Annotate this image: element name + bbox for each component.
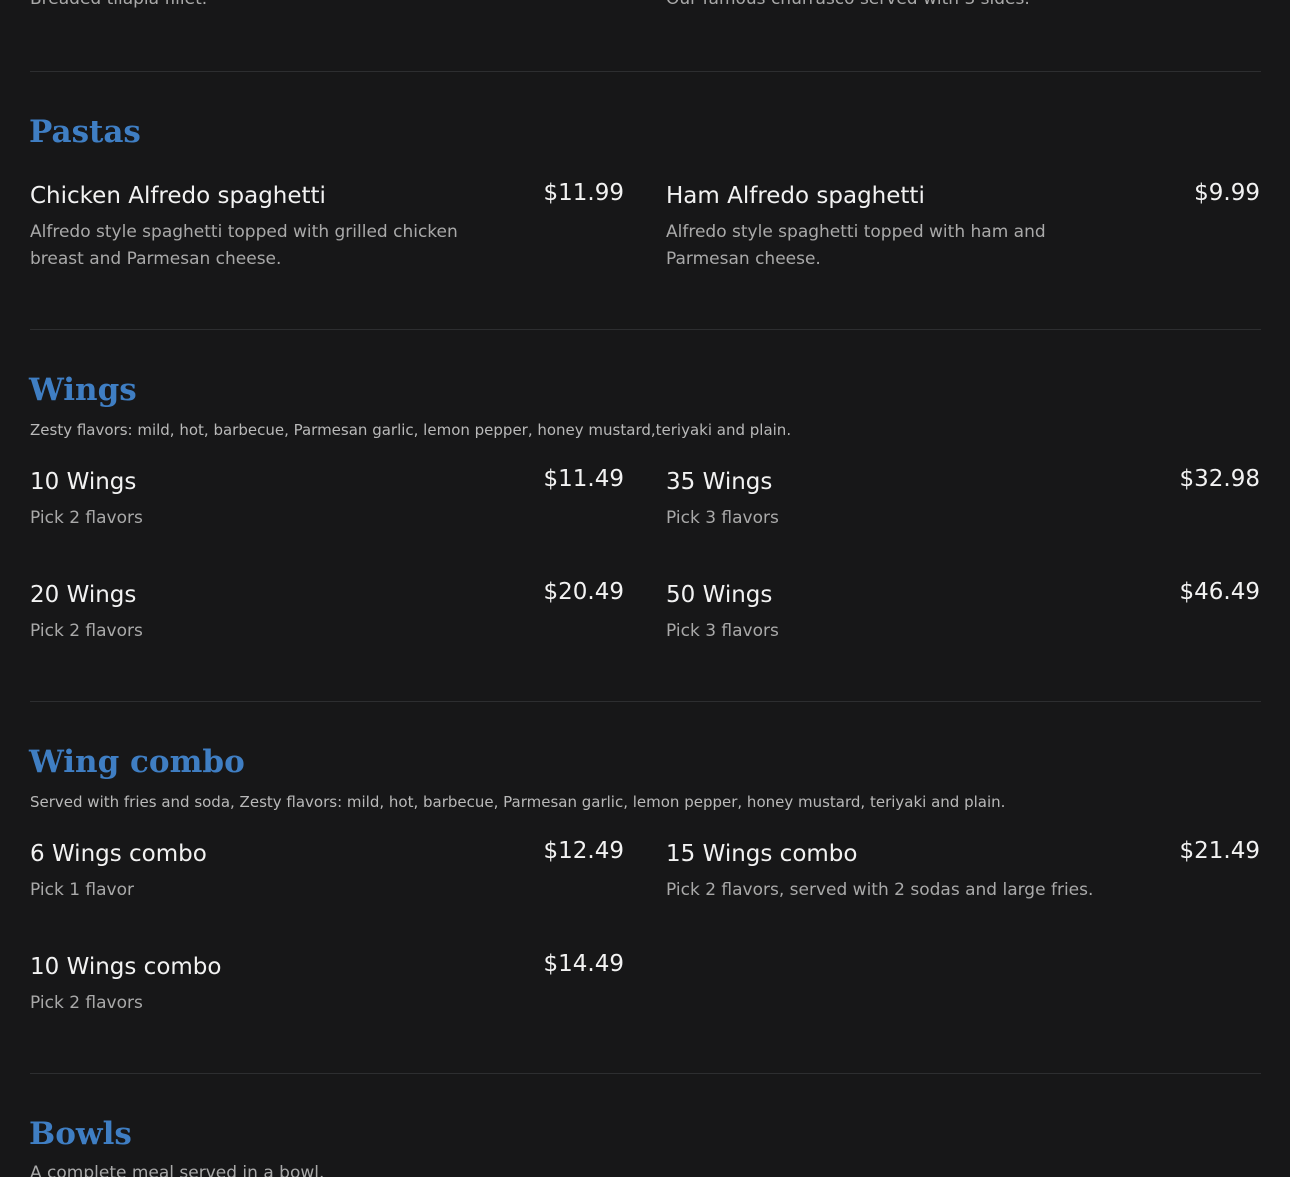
item-name: 20 Wings <box>30 582 137 608</box>
item-name: 15 Wings combo <box>666 841 858 867</box>
item-description: Pick 2 flavors <box>30 508 143 528</box>
item-description: Pick 3 flavors <box>666 508 779 528</box>
item-description: Pick 3 flavors <box>666 621 779 641</box>
item-description: Alfredo style spaghetti topped with gril… <box>30 222 458 269</box>
item-price: $21.49 <box>1179 838 1260 864</box>
section-note: Served with fries and soda, Zesty flavor… <box>30 793 1006 811</box>
section-divider <box>30 1073 1261 1074</box>
item-name: 6 Wings combo <box>30 841 207 867</box>
item-price: $32.98 <box>1179 466 1260 492</box>
churrasco-item-description: Our famous churrasco served with 3 sides… <box>666 0 1030 13</box>
section-title: Bowls <box>29 1116 132 1152</box>
item-name: 10 Wings combo <box>30 954 222 980</box>
item-name: 10 Wings <box>30 469 137 495</box>
section-divider <box>30 701 1261 702</box>
section-title: Pastas <box>29 114 141 150</box>
item-name: Chicken Alfredo spaghetti <box>30 183 326 209</box>
item-price: $11.99 <box>543 180 624 206</box>
item-name: 35 Wings <box>666 469 773 495</box>
item-price: $14.49 <box>543 951 624 977</box>
section-divider <box>30 329 1261 330</box>
item-name: Ham Alfredo spaghetti <box>666 183 925 209</box>
item-description: Alfredo style spaghetti topped with ham … <box>666 222 1046 269</box>
item-price: $9.99 <box>1194 180 1260 206</box>
section-note: A complete meal served in a bowl. <box>30 1163 325 1177</box>
item-price: $11.49 <box>543 466 624 492</box>
item-description: Pick 2 flavors, served with 2 sodas and … <box>666 880 1094 900</box>
item-description: Pick 2 flavors <box>30 621 143 641</box>
section-title: Wing combo <box>29 744 245 780</box>
item-description: Pick 2 flavors <box>30 993 143 1013</box>
section-title: Wings <box>29 372 137 408</box>
fish-item-description: Breaded tilapia fillet. <box>30 0 207 13</box>
item-price: $46.49 <box>1179 579 1260 605</box>
item-name: 50 Wings <box>666 582 773 608</box>
section-divider <box>30 71 1261 72</box>
item-price: $20.49 <box>543 579 624 605</box>
item-price: $12.49 <box>543 838 624 864</box>
item-description: Pick 1 flavor <box>30 880 134 900</box>
section-note: Zesty flavors: mild, hot, barbecue, Parm… <box>30 421 792 439</box>
